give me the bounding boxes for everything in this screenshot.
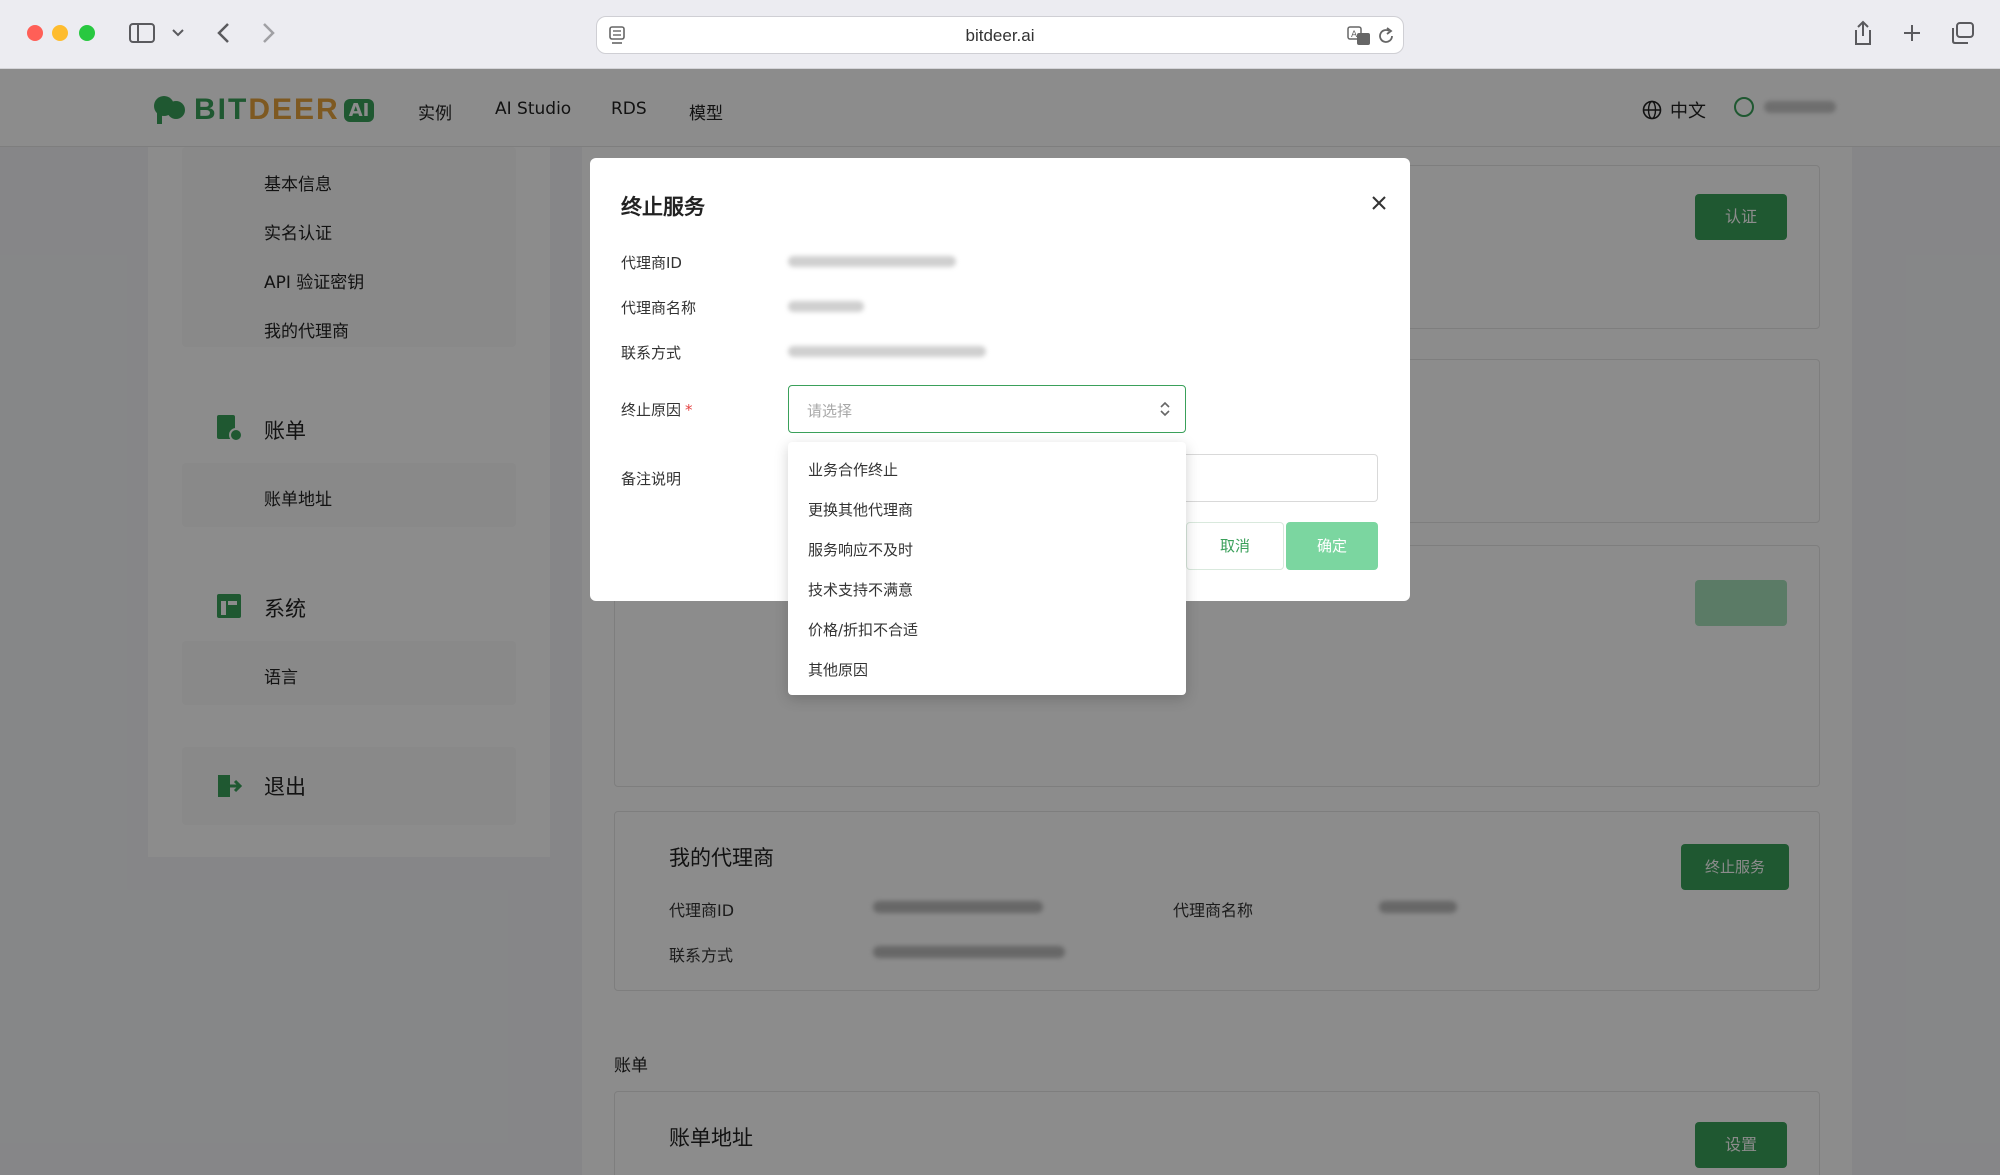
share-icon[interactable] bbox=[1852, 20, 1874, 46]
forward-icon[interactable] bbox=[262, 22, 276, 44]
svg-text:A: A bbox=[1351, 30, 1358, 40]
reload-icon[interactable] bbox=[1377, 26, 1395, 46]
reason-option-other[interactable]: 其他原因 bbox=[788, 650, 1186, 690]
reason-select-placeholder: 请选择 bbox=[807, 402, 853, 420]
modal-contact-value-redacted bbox=[788, 346, 986, 357]
tabs-overview-icon[interactable] bbox=[1951, 22, 1975, 44]
note-textarea[interactable] bbox=[1186, 454, 1378, 502]
reason-option-switch-agent[interactable]: 更换其他代理商 bbox=[788, 490, 1186, 530]
close-window-button[interactable] bbox=[27, 25, 43, 41]
modal-title: 终止服务 bbox=[621, 195, 705, 219]
modal-contact-label: 联系方式 bbox=[621, 344, 682, 362]
address-bar[interactable]: bitdeer.ai A bbox=[596, 16, 1404, 54]
browser-toolbar: bitdeer.ai A bbox=[0, 0, 2000, 69]
modal-agent-name-value-redacted bbox=[788, 301, 864, 312]
zoom-window-button[interactable] bbox=[79, 25, 95, 41]
new-tab-icon[interactable] bbox=[1903, 24, 1921, 42]
sidebar-toggle-icon[interactable] bbox=[129, 23, 155, 43]
cancel-button[interactable]: 取消 bbox=[1186, 522, 1284, 570]
reason-dropdown: 业务合作终止 更换其他代理商 服务响应不及时 技术支持不满意 价格/折扣不合适 … bbox=[788, 442, 1186, 695]
required-mark: * bbox=[685, 401, 693, 419]
modal-agent-name-label: 代理商名称 bbox=[621, 299, 697, 317]
reason-option-tech-support[interactable]: 技术支持不满意 bbox=[788, 570, 1186, 610]
reason-option-slow-response[interactable]: 服务响应不及时 bbox=[788, 530, 1186, 570]
confirm-button[interactable]: 确定 bbox=[1286, 522, 1378, 570]
select-arrows-icon bbox=[1160, 401, 1170, 417]
modal-reason-label: 终止原因 * bbox=[621, 401, 693, 419]
modal-agent-id-label: 代理商ID bbox=[621, 254, 682, 272]
back-icon[interactable] bbox=[216, 22, 230, 44]
modal-agent-id-value-redacted bbox=[788, 256, 956, 267]
modal-note-label: 备注说明 bbox=[621, 470, 682, 488]
reason-select[interactable]: 请选择 bbox=[788, 385, 1186, 433]
reason-option-business-terminated[interactable]: 业务合作终止 bbox=[788, 450, 1186, 490]
chevron-down-icon[interactable] bbox=[172, 29, 184, 37]
url-text: bitdeer.ai bbox=[965, 26, 1035, 45]
reason-option-price-discount[interactable]: 价格/折扣不合适 bbox=[788, 610, 1186, 650]
translate-icon[interactable]: A bbox=[1347, 26, 1371, 46]
close-icon[interactable] bbox=[1368, 192, 1390, 214]
minimize-window-button[interactable] bbox=[52, 25, 68, 41]
